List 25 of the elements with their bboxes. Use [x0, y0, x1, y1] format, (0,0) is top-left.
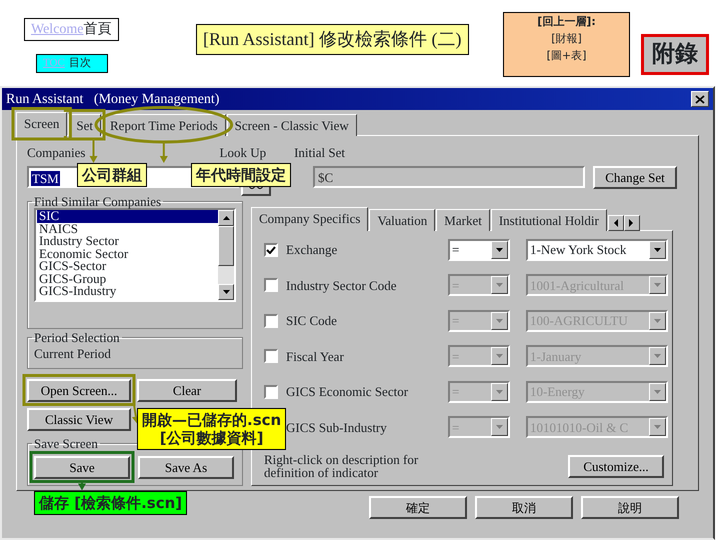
annotation-tooltip: 開啟—已儲存的.scn [公司數據資料]: [137, 408, 286, 450]
annotation-tooltip: 公司群組: [77, 163, 147, 187]
initial-set-field: $C: [313, 166, 585, 188]
home-label: 首頁: [84, 22, 112, 37]
field-label: Companies: [27, 144, 86, 162]
annotation-tooltip: 儲存 [檢索條件.scn]: [34, 490, 188, 514]
criterion-label: Industry Sector Code: [286, 276, 398, 295]
group-label: Period Selection: [33, 331, 121, 344]
hint-text: Right-click on description for definition of indicator: [264, 453, 420, 479]
window-title: Run Assistant (Money Management): [6, 90, 220, 108]
toc-label: 目次: [68, 57, 91, 69]
period-value: Current Period: [34, 345, 112, 363]
annotation-tooltip: 年代時間設定: [191, 163, 291, 187]
criterion-label: GICS Sub-Industry: [286, 418, 388, 437]
criterion-label: Exchange: [286, 241, 338, 259]
selected-text: TSM: [31, 171, 60, 186]
slide-title: [Run Assistant] 修改檢索條件 (二): [196, 24, 468, 55]
criterion-label: Fiscal Year: [286, 348, 345, 366]
field-label: Look Up: [220, 144, 266, 162]
criterion-label: SIC Code: [286, 312, 338, 330]
criterion-label: GICS Economic Sector: [286, 383, 410, 401]
group-label: Save Screen: [33, 436, 99, 450]
group-label: Find Similar Companies: [33, 195, 162, 208]
field-label: Initial Set: [294, 144, 346, 162]
back-heading: [回上一層]:: [536, 14, 597, 30]
